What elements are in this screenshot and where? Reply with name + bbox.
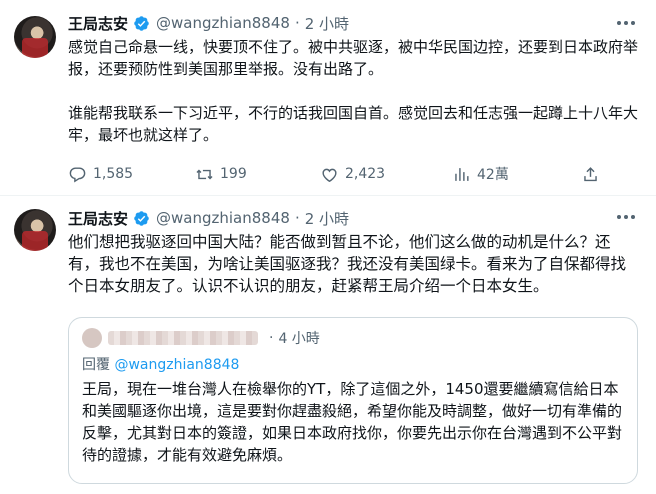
tweet[interactable]: 王局志安 @wangzhian8848 · 2 小時 他们想把我驱逐回中国大陆？… [0,197,656,494]
share-button[interactable] [581,162,600,186]
author-handle[interactable]: @wangzhian8848 [156,14,290,32]
retweet-icon [196,169,213,179]
author-handle[interactable]: @wangzhian8848 [156,209,290,227]
separator-dot: · [294,209,300,227]
more-options-icon[interactable] [614,207,638,227]
redacted-author-name [108,331,258,345]
reply-mention-link[interactable]: @wangzhian8848 [114,357,239,373]
verified-badge-icon [133,210,150,227]
reply-count: 1,585 [93,166,134,182]
tweet-text: 感觉自己命悬一线，快要顶不住了。被中共驱逐，被中华民国边控，还要到日本政府举报，… [68,36,638,146]
share-icon [584,166,597,181]
tweet[interactable]: 王局志安 @wangzhian8848 · 2 小時 感觉自己命悬一线，快要顶不… [0,0,656,196]
tweet-text: 他们想把我驱逐回中国大陆？能否做到暂且不论，他们这么做的动机是什么？还有，我也不… [68,231,638,297]
reply-prefix: 回覆 [82,357,115,373]
like-button[interactable]: 2,423 [320,162,385,186]
more-options-icon[interactable] [614,13,638,33]
quote-timestamp[interactable]: 4 小時 [278,328,319,348]
separator-dot: · [269,330,274,346]
tweet-paragraph: 谁能帮我联系一下习近平，不行的话我回国自首。感觉回去和任志强一起蹲上十八年大牢，… [68,104,639,144]
reply-to-line: 回覆 @wangzhian8848 [82,354,239,374]
views-icon [455,167,469,181]
tweet-paragraph: 他们想把我驱逐回中国大陆？能否做到暂且不论，他们这么做的动机是什么？还有，我也不… [68,233,627,295]
tweet-header: 王局志安 @wangzhian8848 · 2 小時 [68,12,349,34]
timestamp[interactable]: 2 小時 [305,13,349,34]
views-button[interactable]: 42萬 [452,162,509,186]
reply-icon [69,166,86,183]
quote-header: · 4 小時 [82,328,320,348]
avatar[interactable] [14,16,56,58]
avatar[interactable] [14,209,56,251]
quoted-tweet[interactable]: · 4 小時 回覆 @wangzhian8848 王局，現在一堆台灣人在檢舉你的… [68,317,638,484]
views-count: 42萬 [477,167,509,183]
verified-badge-icon [133,15,150,32]
action-bar: 1,585 199 2,423 42萬 [68,162,638,186]
like-icon [322,168,337,182]
timestamp[interactable]: 2 小時 [305,208,349,229]
tweet-header: 王局志安 @wangzhian8848 · 2 小時 [68,207,349,229]
author-name[interactable]: 王局志安 [68,13,128,34]
retweet-button[interactable]: 199 [195,162,247,186]
retweet-count: 199 [220,166,247,182]
like-count: 2,423 [345,166,386,182]
reply-button[interactable]: 1,585 [68,162,133,186]
quote-text: 王局，現在一堆台灣人在檢舉你的YT，除了這個之外，1450還要繼續寫信給日本和美… [82,380,623,464]
tweet-paragraph: 感觉自己命悬一线，快要顶不住了。被中共驱逐，被中华民国边控，还要到日本政府举报，… [68,38,639,78]
quote-avatar[interactable] [82,328,102,348]
author-name[interactable]: 王局志安 [68,208,128,229]
separator-dot: · [294,14,300,32]
